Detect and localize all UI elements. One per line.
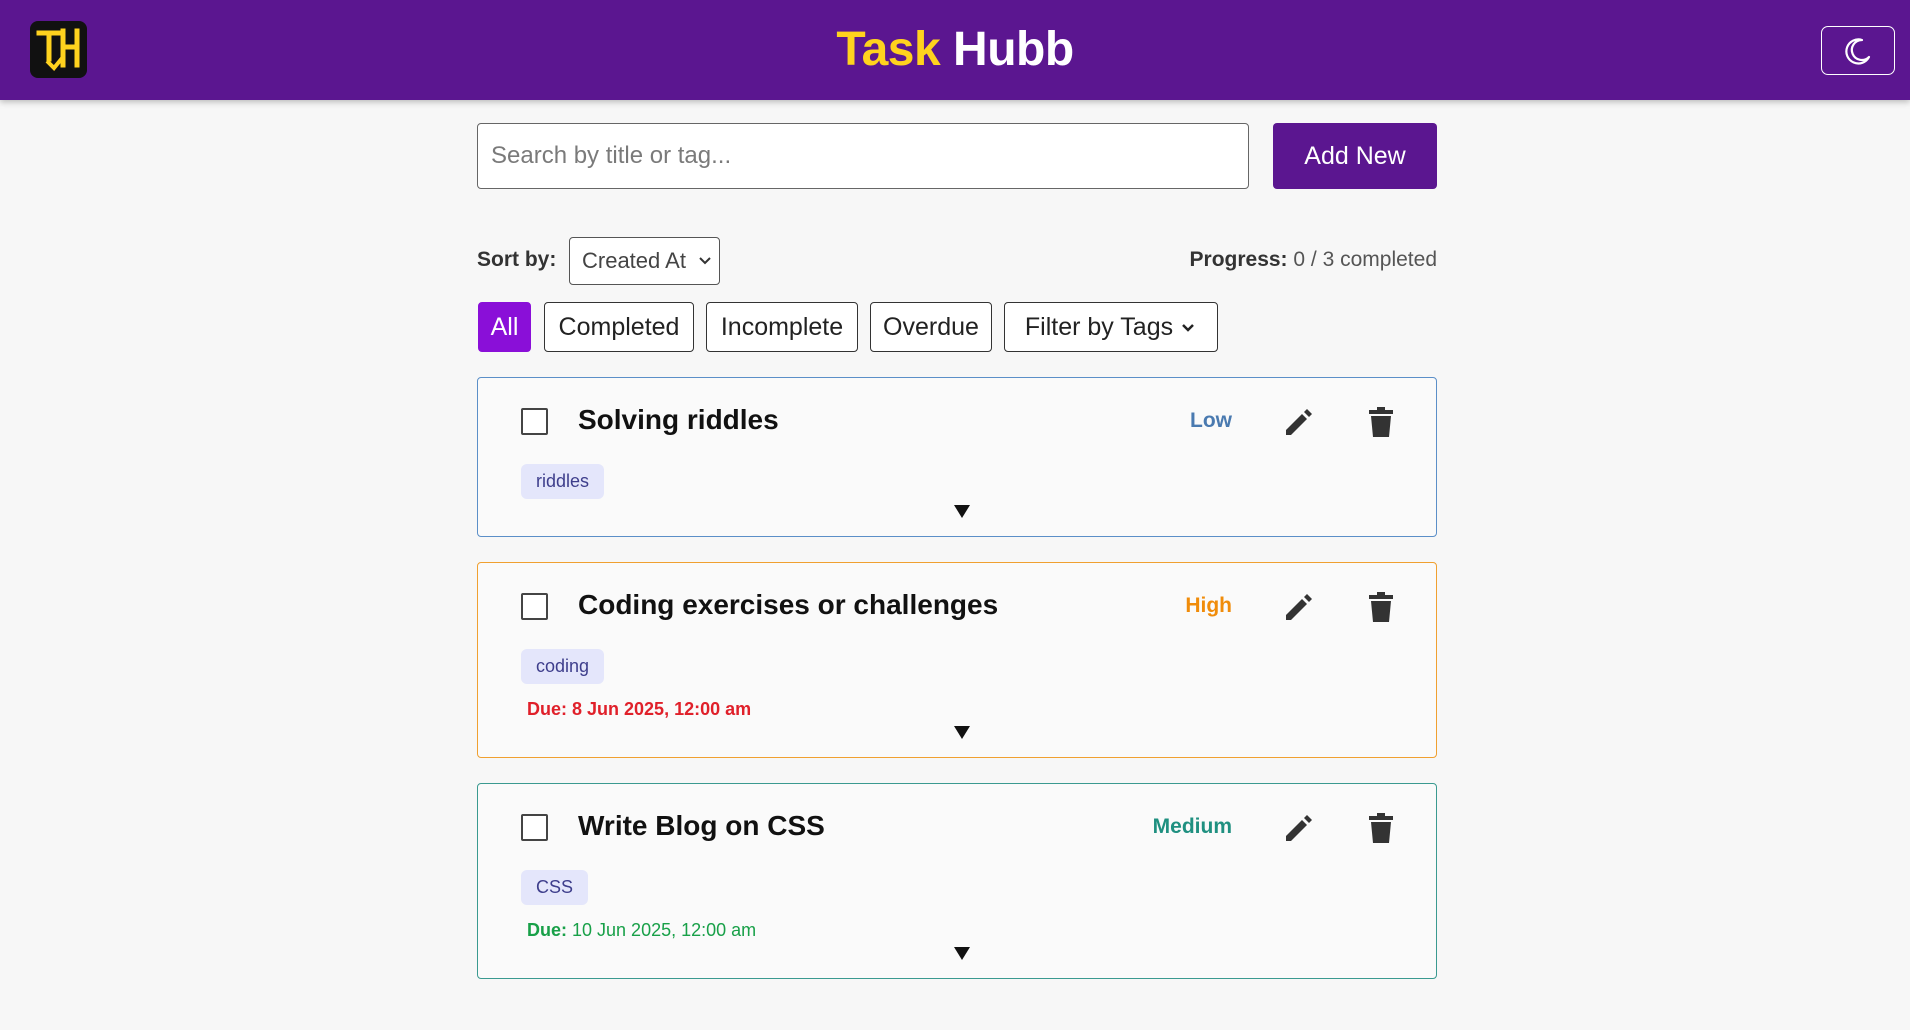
brand-part-hubb: Hubb bbox=[953, 23, 1074, 76]
edit-pencil-icon[interactable] bbox=[1282, 405, 1316, 439]
due-label: Due: bbox=[527, 920, 567, 940]
expand-toggle-icon[interactable] bbox=[954, 505, 970, 518]
sort-select[interactable]: Created At bbox=[569, 237, 720, 285]
progress-value: 0 / 3 completed bbox=[1293, 248, 1437, 271]
delete-trash-icon[interactable] bbox=[1366, 590, 1396, 624]
brand-part-task: Task bbox=[836, 23, 941, 76]
moon-icon bbox=[1845, 37, 1871, 64]
task-tag[interactable]: CSS bbox=[521, 870, 589, 905]
theme-toggle-button[interactable] bbox=[1821, 26, 1895, 75]
due-label: Due: bbox=[527, 699, 567, 719]
task-card: Solving riddles Low riddles bbox=[477, 377, 1437, 537]
sort-label: Sort by: bbox=[477, 248, 557, 271]
task-title: Coding exercises or challenges bbox=[578, 589, 999, 620]
task-title: Write Blog on CSS bbox=[578, 810, 825, 841]
task-title: Solving riddles bbox=[578, 404, 779, 435]
due-value: 8 Jun 2025, 12:00 am bbox=[572, 699, 752, 719]
task-card: Coding exercises or challenges High codi… bbox=[477, 562, 1437, 758]
task-complete-checkbox[interactable] bbox=[521, 593, 548, 620]
task-due-date: Due: 8 Jun 2025, 12:00 am bbox=[527, 699, 751, 720]
sort-selected-value: Created At bbox=[582, 248, 686, 273]
app-title: Task Hubb bbox=[0, 22, 1910, 78]
task-priority-badge: Medium bbox=[1152, 815, 1232, 838]
add-new-button[interactable]: Add New bbox=[1273, 123, 1437, 189]
task-priority-badge: High bbox=[1185, 594, 1232, 617]
app-header: Task Hubb bbox=[0, 0, 1910, 100]
task-tag[interactable]: coding bbox=[521, 649, 605, 684]
filter-all-button[interactable]: All bbox=[478, 302, 531, 352]
task-tag[interactable]: riddles bbox=[521, 464, 605, 499]
task-complete-checkbox[interactable] bbox=[521, 408, 548, 435]
filter-by-tags-label: Filter by Tags bbox=[1024, 312, 1174, 341]
chevron-down-icon bbox=[699, 257, 711, 265]
task-card: Write Blog on CSS Medium CSS Due: 10 Jun… bbox=[477, 783, 1437, 979]
progress-status: Progress: 0 / 3 completed bbox=[1190, 248, 1437, 272]
delete-trash-icon[interactable] bbox=[1366, 811, 1396, 845]
filter-completed-button[interactable]: Completed bbox=[544, 302, 694, 352]
filter-overdue-button[interactable]: Overdue bbox=[870, 302, 992, 352]
delete-trash-icon[interactable] bbox=[1366, 405, 1396, 439]
search-input[interactable] bbox=[477, 123, 1249, 189]
edit-pencil-icon[interactable] bbox=[1282, 590, 1316, 624]
task-due-date: Due: 10 Jun 2025, 12:00 am bbox=[527, 920, 756, 941]
expand-toggle-icon[interactable] bbox=[954, 726, 970, 739]
filter-by-tags-dropdown[interactable]: Filter by Tags bbox=[1004, 302, 1218, 352]
task-priority-badge: Low bbox=[1190, 409, 1232, 432]
task-complete-checkbox[interactable] bbox=[521, 814, 548, 841]
chevron-down-icon bbox=[1182, 324, 1194, 332]
edit-pencil-icon[interactable] bbox=[1282, 811, 1316, 845]
progress-label: Progress: bbox=[1189, 248, 1288, 271]
filter-incomplete-button[interactable]: Incomplete bbox=[706, 302, 858, 352]
expand-toggle-icon[interactable] bbox=[954, 947, 970, 960]
due-value: 10 Jun 2025, 12:00 am bbox=[572, 920, 757, 940]
